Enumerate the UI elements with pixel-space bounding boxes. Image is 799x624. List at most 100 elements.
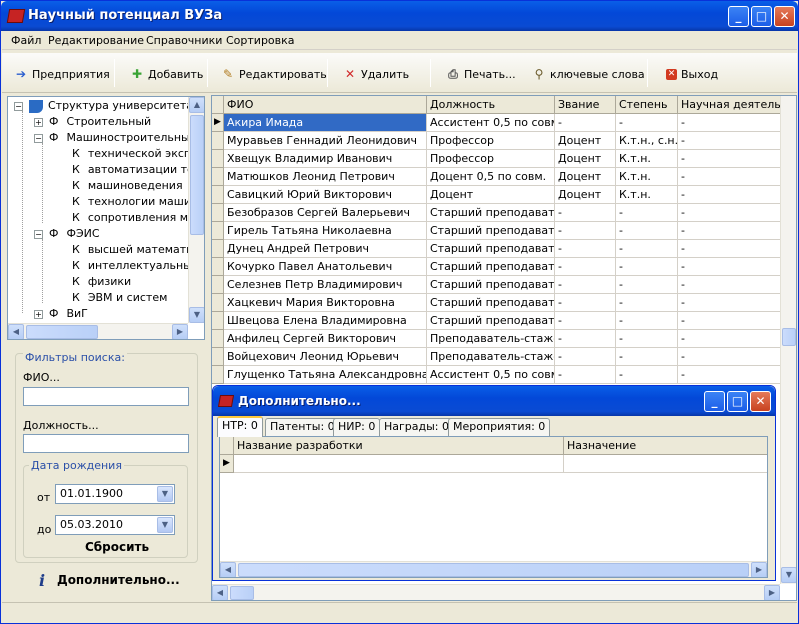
tree-node-department[interactable]: Квысшей математики xyxy=(72,242,204,258)
table-cell[interactable]: Ассистент 0,5 по совм. xyxy=(427,114,555,132)
table-cell[interactable]: К.т.н., с.н.с. xyxy=(616,132,678,150)
chevron-down-icon[interactable]: ▼ xyxy=(157,486,173,502)
tab-nir[interactable]: НИР: 0 xyxy=(333,418,381,436)
delete-button[interactable]: ✕ Удалить xyxy=(343,65,409,83)
subgrid-horizontal-scrollbar[interactable]: ◀ ▶ xyxy=(220,561,767,577)
table-row[interactable]: ▶ Акира Имада Ассистент 0,5 по совм. - - - xyxy=(212,114,782,132)
scroll-right-icon[interactable]: ▶ xyxy=(751,562,767,577)
table-cell[interactable]: Швецова Елена Владимировна xyxy=(224,312,427,330)
collapse-icon[interactable]: − xyxy=(14,101,23,111)
table-cell[interactable]: Глущенко Татьяна Александровна xyxy=(224,366,427,384)
scroll-up-icon[interactable]: ▲ xyxy=(189,97,204,113)
scroll-down-icon[interactable]: ▼ xyxy=(781,567,796,583)
table-cell[interactable]: - xyxy=(678,150,782,168)
table-cell[interactable]: - xyxy=(555,204,616,222)
table-cell[interactable]: - xyxy=(616,330,678,348)
column-header-position[interactable]: Должность xyxy=(427,96,555,114)
table-cell[interactable]: - xyxy=(616,294,678,312)
column-header-fio[interactable]: ФИО xyxy=(224,96,427,114)
table-cell[interactable]: Старший преподаватель xyxy=(427,294,555,312)
column-header-rank[interactable]: Звание xyxy=(555,96,616,114)
tree-node-department[interactable]: К ЭВМ и систем xyxy=(72,290,167,306)
chevron-down-icon[interactable]: ▼ xyxy=(157,517,173,533)
column-header-development-name[interactable]: Название разработки xyxy=(234,437,564,455)
table-cell[interactable]: - xyxy=(678,168,782,186)
menu-sort[interactable]: Сортировка xyxy=(226,34,295,47)
table-cell[interactable]: К.т.н. xyxy=(616,168,678,186)
expand-icon[interactable]: + xyxy=(34,117,43,127)
table-cell[interactable]: - xyxy=(678,366,782,384)
table-cell[interactable]: Доцент xyxy=(555,186,616,204)
print-button[interactable]: ⎙ Печать... xyxy=(446,65,515,83)
table-cell[interactable]: - xyxy=(678,240,782,258)
expand-icon[interactable]: + xyxy=(34,309,43,319)
table-cell[interactable]: - xyxy=(555,330,616,348)
scroll-down-icon[interactable]: ▼ xyxy=(189,307,204,323)
table-row[interactable]: Муравьев Геннадий Леонидович Профессор Доц… xyxy=(212,132,782,150)
table-cell[interactable]: - xyxy=(616,204,678,222)
table-cell[interactable]: Савицкий Юрий Викторович xyxy=(224,186,427,204)
tab-patents[interactable]: Патенты: 0 xyxy=(265,418,340,436)
table-cell[interactable]: Старший преподаватель xyxy=(427,276,555,294)
enterprises-button[interactable]: ➔ Предприятия xyxy=(14,65,110,83)
tree-node-faculty[interactable]: − Ф ФЭИС xyxy=(34,226,100,242)
table-cell[interactable]: - xyxy=(678,114,782,132)
minimize-button[interactable]: _ xyxy=(704,391,725,412)
table-cell[interactable]: Гирель Татьяна Николаевна xyxy=(224,222,427,240)
table-cell[interactable]: - xyxy=(616,114,678,132)
table-cell[interactable]: К.т.н. xyxy=(616,186,678,204)
table-cell[interactable]: Старший преподаватель xyxy=(427,312,555,330)
table-cell[interactable]: - xyxy=(555,312,616,330)
table-cell[interactable]: - xyxy=(678,294,782,312)
developments-grid[interactable]: Название разработки Назначение ▶ ◀ ▶ xyxy=(219,436,768,578)
tree-node-faculty[interactable]: + Ф ВиГ xyxy=(34,306,88,322)
table-cell[interactable]: - xyxy=(555,222,616,240)
tab-ntr[interactable]: НТР: 0 xyxy=(217,416,263,437)
table-cell[interactable]: Старший преподаватель xyxy=(427,204,555,222)
column-header-research[interactable]: Научная деятельность xyxy=(678,96,782,114)
table-cell[interactable]: Доцент xyxy=(555,132,616,150)
table-cell[interactable]: Доцент xyxy=(555,150,616,168)
table-cell[interactable]: - xyxy=(616,312,678,330)
table-cell[interactable]: - xyxy=(555,366,616,384)
grid-vertical-scrollbar[interactable]: ▼ xyxy=(780,96,796,584)
table-cell[interactable]: Доцент xyxy=(427,186,555,204)
collapse-icon[interactable]: − xyxy=(34,229,43,239)
table-cell[interactable]: - xyxy=(678,312,782,330)
table-cell[interactable]: - xyxy=(555,348,616,366)
to-date-picker[interactable]: 05.03.2010 ▼ xyxy=(55,515,175,535)
scroll-thumb[interactable] xyxy=(26,325,98,339)
new-row-cell[interactable] xyxy=(564,455,767,473)
table-row[interactable]: Швецова Елена Владимировна Старший препод… xyxy=(212,312,782,330)
column-header-purpose[interactable]: Назначение xyxy=(564,437,767,455)
table-row[interactable]: Гирель Татьяна Николаевна Старший препода… xyxy=(212,222,782,240)
fio-input[interactable] xyxy=(23,387,189,406)
additional-info-window[interactable]: Дополнительно... _ □ ✕ НТР: 0 Патенты: 0… xyxy=(212,385,776,581)
table-cell[interactable]: Старший преподаватель xyxy=(427,240,555,258)
scroll-thumb[interactable] xyxy=(782,328,796,346)
table-row[interactable]: Хвещук Владимир Иванович Профессор Доцент К… xyxy=(212,150,782,168)
scroll-thumb[interactable] xyxy=(190,115,204,235)
table-row[interactable]: Савицкий Юрий Викторович Доцент Доцент К.т.… xyxy=(212,186,782,204)
tree-node-department[interactable]: Кавтоматизации технологий xyxy=(72,162,204,178)
table-cell[interactable]: - xyxy=(616,258,678,276)
table-row[interactable]: Анфилец Сергей Викторович Преподаватель-с… xyxy=(212,330,782,348)
table-cell[interactable]: - xyxy=(678,222,782,240)
table-cell[interactable]: Акира Имада xyxy=(224,114,427,132)
menu-file[interactable]: Файл xyxy=(11,34,41,47)
maximize-button[interactable]: □ xyxy=(751,6,772,27)
scroll-left-icon[interactable]: ◀ xyxy=(8,324,24,339)
table-cell[interactable]: Доцент 0,5 по совм. xyxy=(427,168,555,186)
tree-node-department[interactable]: Ктехнической эксплуатации xyxy=(72,146,204,162)
from-date-picker[interactable]: 01.01.1900 ▼ xyxy=(55,484,175,504)
table-cell[interactable]: Кочурко Павел Анатольевич xyxy=(224,258,427,276)
table-row[interactable]: Матюшков Леонид Петрович Доцент 0,5 по со… xyxy=(212,168,782,186)
title-bar[interactable]: Научный потенциал ВУЗа _ □ ✕ xyxy=(1,1,798,31)
minimize-button[interactable]: _ xyxy=(728,6,749,27)
additional-title-bar[interactable]: Дополнительно... _ □ ✕ xyxy=(213,386,775,416)
table-cell[interactable]: - xyxy=(555,276,616,294)
university-structure-tree[interactable]: − Структура университета + Ф Строительный −… xyxy=(7,96,205,340)
table-cell[interactable]: - xyxy=(616,222,678,240)
table-cell[interactable]: - xyxy=(678,258,782,276)
table-cell[interactable]: Дунец Андрей Петрович xyxy=(224,240,427,258)
